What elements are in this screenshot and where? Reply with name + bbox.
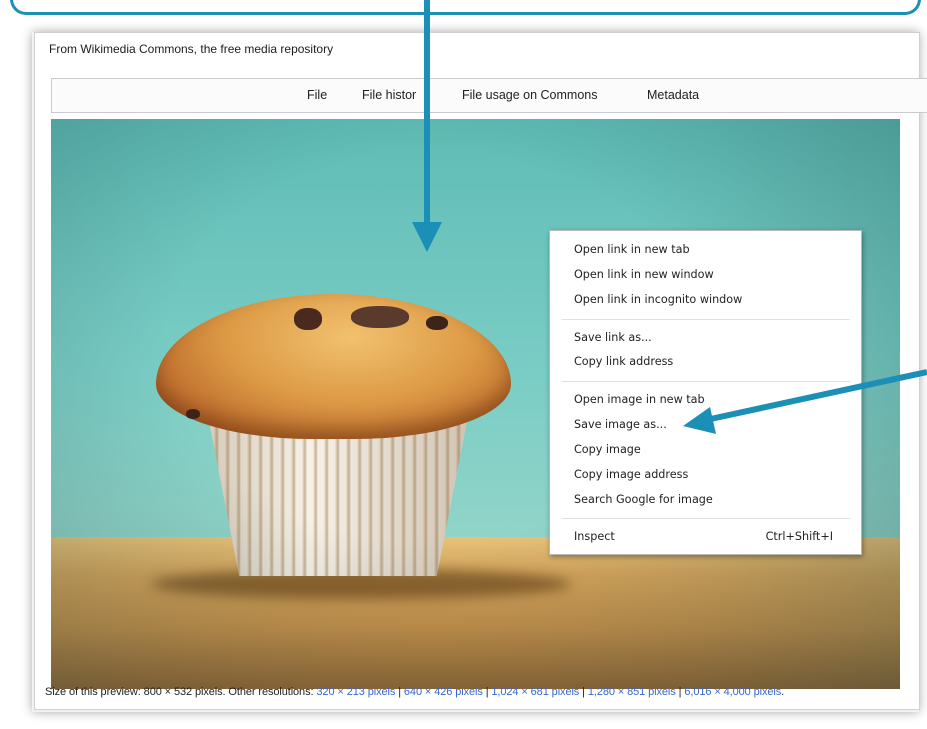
menu-separator xyxy=(562,381,850,382)
file-tabs: File File histor File usage on Commons M… xyxy=(51,78,927,113)
tab-file-usage[interactable]: File usage on Commons xyxy=(462,88,597,102)
resolution-link[interactable]: 1,024 × 681 pixels xyxy=(491,686,579,698)
tab-file-history[interactable]: File histor xyxy=(362,88,416,102)
resolution-link[interactable]: 320 × 213 pixels xyxy=(316,686,395,698)
menu-open-link-new-window[interactable]: Open link in new window xyxy=(574,268,714,281)
menu-copy-image[interactable]: Copy image xyxy=(574,443,641,456)
menu-inspect[interactable]: Inspect xyxy=(574,530,615,543)
menu-separator xyxy=(562,319,850,320)
menu-open-image-new-tab[interactable]: Open image in new tab xyxy=(574,393,705,406)
menu-open-link-incognito[interactable]: Open link in incognito window xyxy=(574,293,742,306)
source-line: From Wikimedia Commons, the free media r… xyxy=(49,42,334,56)
tab-file[interactable]: File xyxy=(307,88,327,102)
menu-copy-link-address[interactable]: Copy link address xyxy=(574,355,673,368)
caption-suffix: . xyxy=(781,686,785,698)
resolution-link[interactable]: 1,280 × 851 pixels xyxy=(588,686,676,698)
preview-size-caption: Size of this preview: 800 × 532 pixels. … xyxy=(45,686,785,698)
menu-save-link-as[interactable]: Save link as... xyxy=(574,331,652,344)
menu-separator xyxy=(562,518,850,519)
menu-search-google-image[interactable]: Search Google for image xyxy=(574,493,713,506)
menu-save-image-as[interactable]: Save image as... xyxy=(574,418,667,431)
inspect-shortcut: Ctrl+Shift+I xyxy=(765,530,833,543)
menu-copy-image-address[interactable]: Copy image address xyxy=(574,468,688,481)
tab-metadata[interactable]: Metadata xyxy=(647,88,699,102)
resolution-link[interactable]: 640 × 426 pixels xyxy=(404,686,483,698)
resolution-link[interactable]: 6,016 × 4,000 pixels xyxy=(684,686,781,698)
menu-open-link-new-tab[interactable]: Open link in new tab xyxy=(574,243,690,256)
caption-prefix: Size of this preview: 800 × 532 pixels. … xyxy=(45,686,314,698)
callout-bubble xyxy=(10,0,921,15)
context-menu: Open link in new tab Open link in new wi… xyxy=(549,230,862,555)
